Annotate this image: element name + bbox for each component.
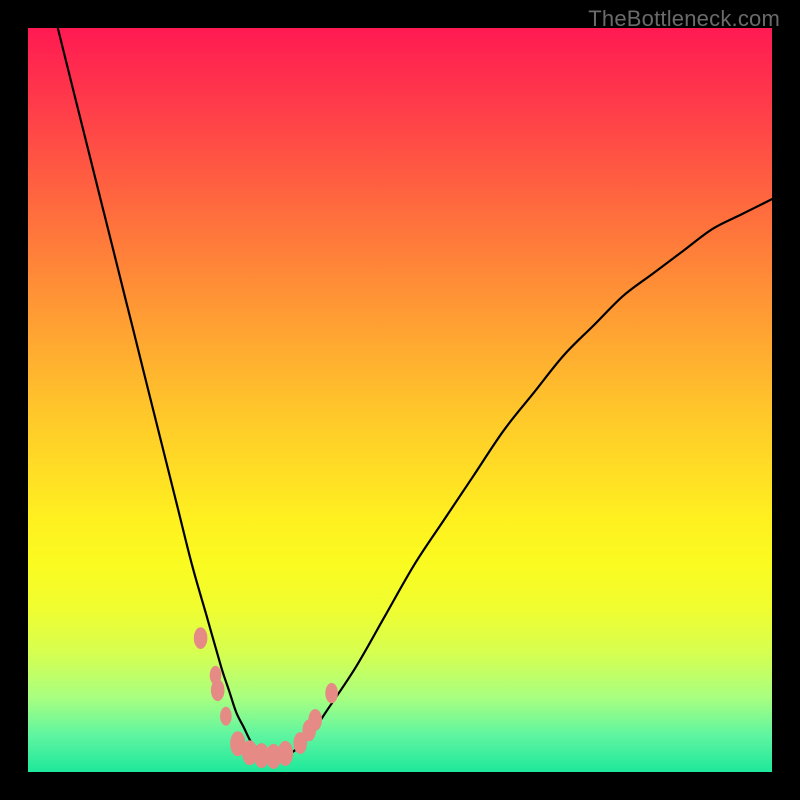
chart-frame: TheBottleneck.com <box>0 0 800 800</box>
watermark-text: TheBottleneck.com <box>588 6 780 32</box>
curve-marker <box>278 741 293 766</box>
curve-marker <box>194 627 208 649</box>
chart-svg <box>28 28 772 772</box>
plot-area <box>28 28 772 772</box>
bottleneck-curve <box>58 28 772 758</box>
curve-marker <box>220 707 232 726</box>
curve-marker <box>211 679 225 701</box>
curve-marker <box>308 709 322 731</box>
curve-marker <box>325 683 338 703</box>
